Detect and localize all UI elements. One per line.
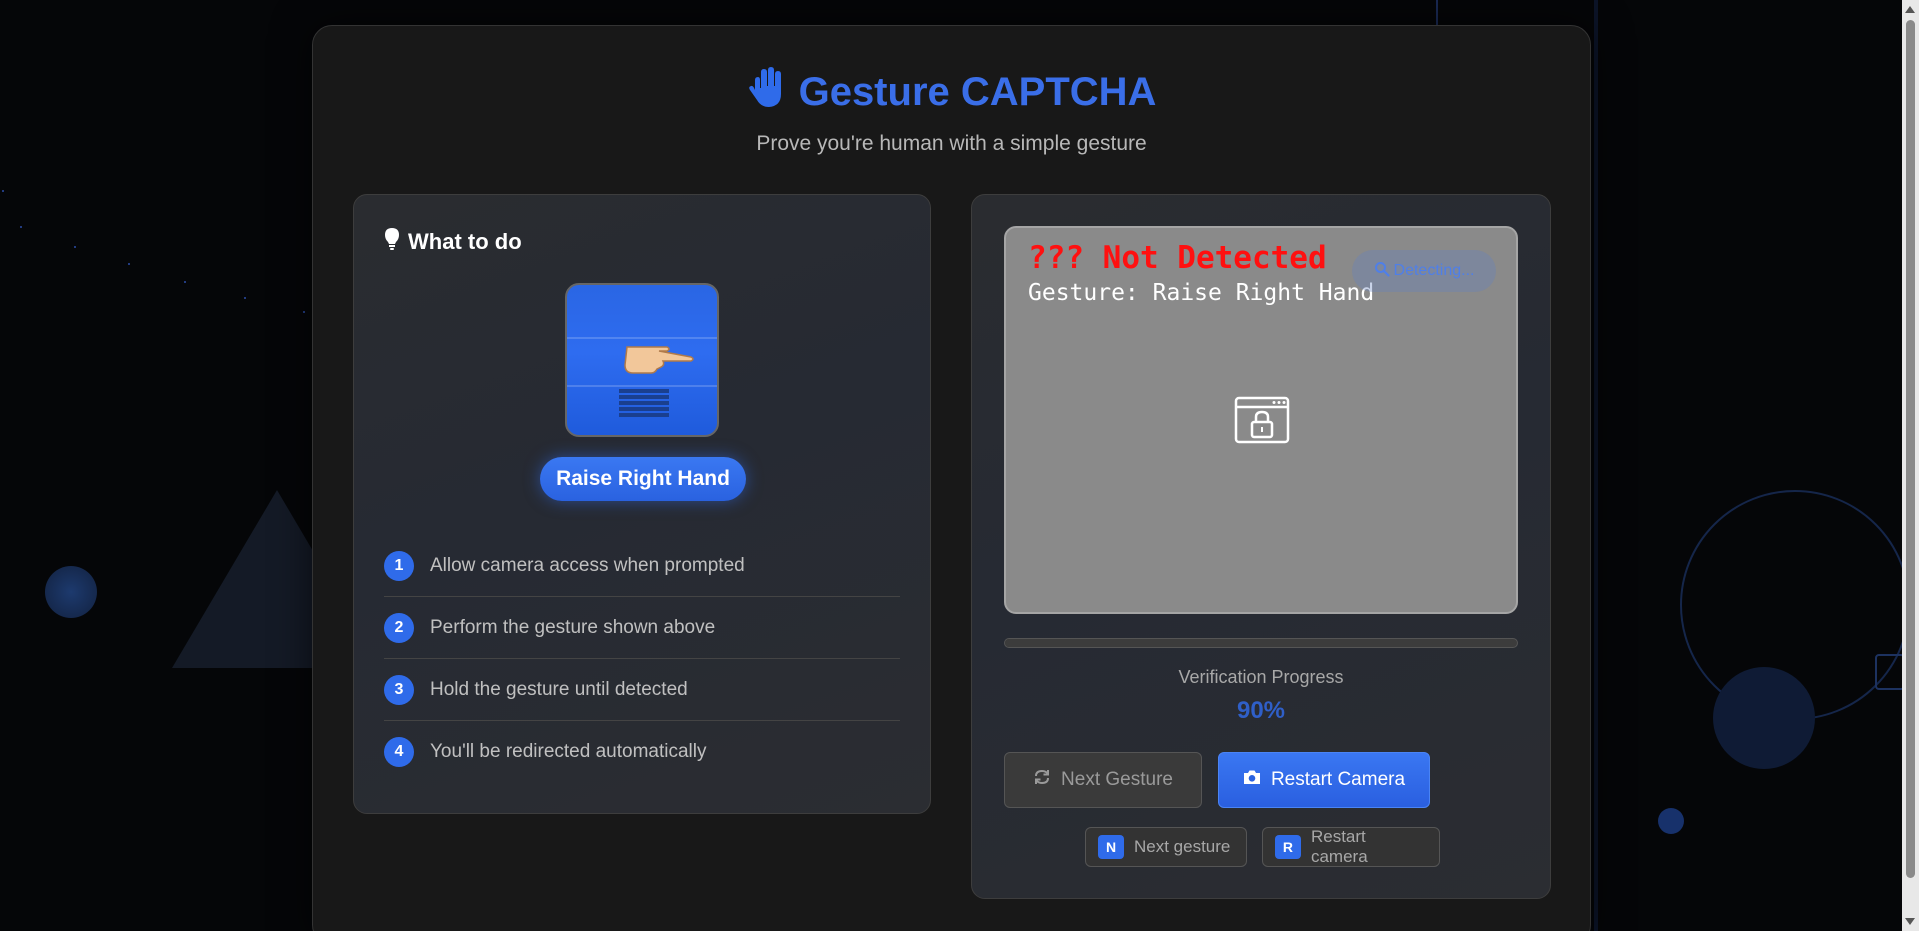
step-text: Perform the gesture shown above xyxy=(430,616,716,638)
step-text: Hold the gesture until detected xyxy=(430,678,688,700)
scroll-down-arrow-icon[interactable] xyxy=(1905,918,1915,925)
camera-feed: ??? Not Detected Gesture: Raise Right Ha… xyxy=(1004,226,1518,614)
background-orb xyxy=(1658,808,1684,834)
background-star xyxy=(2,190,4,192)
gesture-illustration xyxy=(565,283,719,437)
progress-percentage: 90% xyxy=(1236,697,1286,724)
step-text: You'll be redirected automatically xyxy=(430,741,707,762)
detection-status: ??? Not Detected xyxy=(1028,240,1327,276)
search-icon xyxy=(1374,261,1390,282)
background-stripe xyxy=(1594,0,1598,931)
next-gesture-button[interactable]: Next Gesture xyxy=(1004,752,1202,808)
step-number: 2 xyxy=(384,612,414,643)
background-star xyxy=(184,281,186,283)
background-star xyxy=(128,263,130,265)
background-star xyxy=(244,297,246,299)
pointing-hand-icon xyxy=(619,346,694,417)
shortcut-key: N xyxy=(1098,835,1124,859)
page-subtitle: Prove you're human with a simple gesture xyxy=(756,132,1147,155)
camera-icon xyxy=(1243,769,1261,791)
shortcut-hint-restart: R Restart camera xyxy=(1262,827,1440,867)
list-item: 1 Allow camera access when prompted xyxy=(384,535,900,597)
list-item: 4 You'll be redirected automatically xyxy=(384,721,900,783)
instructions-panel: What to do Raise Right Hand 1 Allow came… xyxy=(353,194,931,814)
lightbulb-icon xyxy=(384,227,400,257)
progress-label: Verification Progress xyxy=(1178,667,1344,687)
step-text: Allow camera access when prompted xyxy=(430,554,745,576)
scrollbar-thumb[interactable] xyxy=(1906,20,1915,878)
instructions-title: What to do xyxy=(408,229,522,254)
next-gesture-label: Next Gesture xyxy=(1061,769,1173,790)
locked-window-icon xyxy=(1234,396,1290,449)
list-item: 2 Perform the gesture shown above xyxy=(384,597,900,659)
background-orb xyxy=(1713,667,1815,769)
scroll-up-arrow-icon[interactable] xyxy=(1905,6,1915,13)
shortcut-label: Next gesture xyxy=(1134,837,1231,856)
refresh-icon xyxy=(1033,768,1051,792)
restart-camera-label: Restart Camera xyxy=(1270,769,1406,790)
progress-fill xyxy=(1005,639,1466,647)
background-square xyxy=(1875,654,1905,690)
restart-camera-button[interactable]: Restart Camera xyxy=(1218,752,1430,808)
page-scrollbar[interactable] xyxy=(1902,0,1919,931)
step-number: 4 xyxy=(384,737,414,767)
background-star xyxy=(74,246,76,248)
step-number: 1 xyxy=(384,550,414,581)
header: Gesture CAPTCHA Prove you're human with … xyxy=(313,66,1590,156)
steps-list: 1 Allow camera access when prompted 2 Pe… xyxy=(384,535,900,783)
step-number: 3 xyxy=(384,674,414,705)
list-item: 3 Hold the gesture until detected xyxy=(384,659,900,721)
shortcut-label: Restart camera xyxy=(1310,827,1368,866)
instructions-heading: What to do xyxy=(384,227,522,257)
target-gesture-text: Gesture: Raise Right Hand xyxy=(1028,280,1375,306)
detecting-label: Detecting... xyxy=(1393,262,1475,279)
background-orb xyxy=(45,566,97,618)
camera-panel: ??? Not Detected Gesture: Raise Right Ha… xyxy=(971,194,1551,899)
hand-icon xyxy=(747,66,787,118)
captcha-card: Gesture CAPTCHA Prove you're human with … xyxy=(312,25,1591,931)
background-star xyxy=(20,226,22,228)
title-text: Gesture CAPTCHA xyxy=(798,69,1157,114)
shortcut-key: R xyxy=(1275,835,1301,859)
shortcut-hint-next: N Next gesture xyxy=(1085,827,1247,867)
background-star xyxy=(303,311,305,313)
page-title: Gesture CAPTCHA xyxy=(747,66,1157,118)
gesture-name-badge: Raise Right Hand xyxy=(540,457,746,501)
progress-bar xyxy=(1004,638,1518,648)
detecting-badge: Detecting... xyxy=(1352,250,1496,292)
